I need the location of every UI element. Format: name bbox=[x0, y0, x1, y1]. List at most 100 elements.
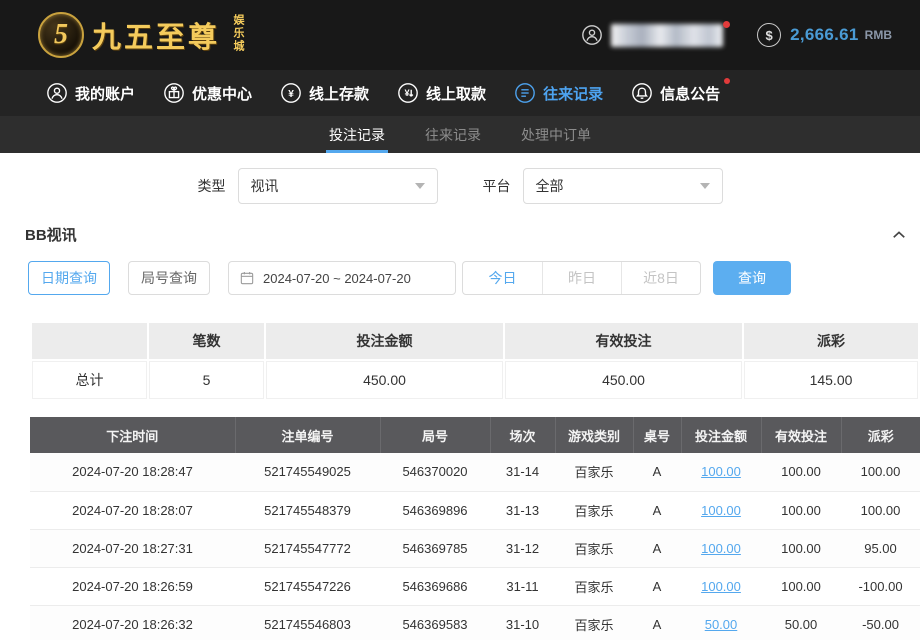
last-8-days-button[interactable]: 近8日 bbox=[621, 262, 700, 294]
cell-session: 31-13 bbox=[490, 491, 555, 529]
cell-valid-bet: 100.00 bbox=[761, 529, 841, 567]
cell-bet-amount: 100.00 bbox=[681, 491, 761, 529]
table-row: 2024-07-20 18:26:59 521745547226 5463696… bbox=[30, 567, 920, 605]
cell-game-type: 百家乐 bbox=[555, 605, 633, 640]
summary-total-bet-amount: 450.00 bbox=[266, 361, 503, 399]
header-session: 场次 bbox=[490, 417, 555, 453]
summary-header-valid-bet: 有效投注 bbox=[505, 323, 742, 359]
top-header: 5 九五至尊 娱乐城 $ 2,666.61 RMB bbox=[0, 0, 920, 70]
header-table-no: 桌号 bbox=[633, 417, 681, 453]
cell-game-type: 百家乐 bbox=[555, 453, 633, 491]
cell-bet-id: 521745546803 bbox=[235, 605, 380, 640]
nav-item-my-account[interactable]: 我的账户 bbox=[46, 82, 135, 104]
bet-amount-link[interactable]: 100.00 bbox=[701, 579, 741, 594]
cell-round-id: 546369583 bbox=[380, 605, 490, 640]
bet-amount-link[interactable]: 50.00 bbox=[705, 617, 738, 632]
cell-game-type: 百家乐 bbox=[555, 491, 633, 529]
nav-label: 优惠中心 bbox=[192, 83, 252, 104]
tab-processing-orders[interactable]: 处理中订单 bbox=[518, 116, 594, 153]
bet-amount-link[interactable]: 100.00 bbox=[701, 541, 741, 556]
cell-bet-time: 2024-07-20 18:28:07 bbox=[30, 491, 235, 529]
nav-item-records[interactable]: 往来记录 bbox=[514, 82, 603, 104]
svg-text:¥: ¥ bbox=[405, 88, 411, 98]
type-select[interactable]: 视讯 bbox=[238, 168, 438, 204]
username-blur-block bbox=[611, 24, 723, 47]
summary-header-empty bbox=[32, 323, 147, 359]
brand-name: 九五至尊 bbox=[92, 14, 220, 56]
bet-amount-link[interactable]: 100.00 bbox=[701, 503, 741, 518]
tab-betting-records[interactable]: 投注记录 bbox=[326, 116, 388, 153]
cell-game-type: 百家乐 bbox=[555, 567, 633, 605]
yesterday-button[interactable]: 昨日 bbox=[542, 262, 621, 294]
nav-item-promotions[interactable]: 优惠中心 bbox=[163, 82, 252, 104]
logo-emblem-icon: 5 bbox=[38, 12, 84, 58]
table-row: 2024-07-20 18:28:07 521745548379 5463698… bbox=[30, 491, 920, 529]
table-header-row: 下注时间 注单编号 局号 场次 游戏类别 桌号 投注金额 有效投注 派彩 bbox=[30, 417, 920, 453]
cell-bet-id: 521745547772 bbox=[235, 529, 380, 567]
query-toolbar: 日期查询 局号查询 2024-07-20 ~ 2024-07-20 今日 昨日 … bbox=[28, 261, 920, 295]
header-bet-time: 下注时间 bbox=[30, 417, 235, 453]
balance-amount: 2,666.61 bbox=[790, 25, 859, 45]
summary-header-row: 笔数 投注金额 有效投注 派彩 bbox=[32, 323, 918, 359]
header-bet-id: 注单编号 bbox=[235, 417, 380, 453]
summary-total-row: 总计 5 450.00 450.00 145.00 bbox=[32, 361, 918, 399]
platform-select-value: 全部 bbox=[536, 176, 564, 196]
cell-payout: 95.00 bbox=[841, 529, 920, 567]
round-query-button[interactable]: 局号查询 bbox=[128, 261, 210, 295]
type-label: 类型 bbox=[198, 176, 226, 196]
username-masked bbox=[611, 24, 723, 47]
type-select-value: 视讯 bbox=[251, 176, 279, 196]
cell-table-no: A bbox=[633, 529, 681, 567]
cell-bet-time: 2024-07-20 18:26:32 bbox=[30, 605, 235, 640]
nav-item-announcements[interactable]: 信息公告 bbox=[631, 82, 720, 104]
cell-bet-amount: 100.00 bbox=[681, 453, 761, 491]
cell-bet-id: 521745549025 bbox=[235, 453, 380, 491]
summary-table: 笔数 投注金额 有效投注 派彩 总计 5 450.00 450.00 145.0… bbox=[30, 321, 920, 401]
cell-bet-id: 521745548379 bbox=[235, 491, 380, 529]
calendar-icon bbox=[239, 270, 255, 286]
date-range-value: 2024-07-20 ~ 2024-07-20 bbox=[263, 271, 411, 286]
header-game-type: 游戏类别 bbox=[555, 417, 633, 453]
today-button[interactable]: 今日 bbox=[463, 262, 542, 294]
quick-range-group: 今日 昨日 近8日 bbox=[462, 261, 701, 295]
bet-records-table: 下注时间 注单编号 局号 场次 游戏类别 桌号 投注金额 有效投注 派彩 202… bbox=[30, 417, 920, 640]
header-round-id: 局号 bbox=[380, 417, 490, 453]
cell-payout: 100.00 bbox=[841, 453, 920, 491]
cell-session: 31-14 bbox=[490, 453, 555, 491]
cell-session: 31-11 bbox=[490, 567, 555, 605]
nav-item-withdraw[interactable]: ¥ 线上取款 bbox=[397, 82, 486, 104]
cell-bet-amount: 50.00 bbox=[681, 605, 761, 640]
cell-round-id: 546369686 bbox=[380, 567, 490, 605]
search-button[interactable]: 查询 bbox=[713, 261, 791, 295]
section-header: BB视讯 bbox=[25, 224, 908, 245]
user-avatar-icon[interactable] bbox=[581, 24, 603, 46]
brand-logo[interactable]: 5 九五至尊 娱乐城 bbox=[38, 12, 246, 58]
bet-amount-link[interactable]: 100.00 bbox=[701, 464, 741, 479]
nav-label: 信息公告 bbox=[660, 83, 720, 104]
date-range-input[interactable]: 2024-07-20 ~ 2024-07-20 bbox=[228, 261, 456, 295]
cell-round-id: 546369785 bbox=[380, 529, 490, 567]
cell-payout: 100.00 bbox=[841, 491, 920, 529]
cell-valid-bet: 100.00 bbox=[761, 491, 841, 529]
cell-bet-amount: 100.00 bbox=[681, 529, 761, 567]
svg-text:¥: ¥ bbox=[288, 89, 294, 100]
platform-select[interactable]: 全部 bbox=[523, 168, 723, 204]
bell-icon bbox=[631, 82, 653, 104]
date-query-button[interactable]: 日期查询 bbox=[28, 261, 110, 295]
account-area: $ 2,666.61 RMB bbox=[581, 23, 892, 47]
collapse-chevron-up-icon[interactable] bbox=[890, 226, 908, 244]
header-valid-bet: 有效投注 bbox=[761, 417, 841, 453]
cell-session: 31-12 bbox=[490, 529, 555, 567]
cell-game-type: 百家乐 bbox=[555, 529, 633, 567]
cell-bet-id: 521745547226 bbox=[235, 567, 380, 605]
summary-header-count: 笔数 bbox=[149, 323, 264, 359]
nav-item-deposit[interactable]: ¥ 线上存款 bbox=[280, 82, 369, 104]
tab-transaction-records[interactable]: 往来记录 bbox=[422, 116, 484, 153]
currency-icon: $ bbox=[757, 23, 781, 47]
chevron-down-icon bbox=[415, 183, 425, 189]
table-row: 2024-07-20 18:27:31 521745547772 5463697… bbox=[30, 529, 920, 567]
cell-table-no: A bbox=[633, 567, 681, 605]
cell-payout: -50.00 bbox=[841, 605, 920, 640]
logo-emblem-number: 5 bbox=[54, 19, 68, 51]
table-row: 2024-07-20 18:26:32 521745546803 5463695… bbox=[30, 605, 920, 640]
